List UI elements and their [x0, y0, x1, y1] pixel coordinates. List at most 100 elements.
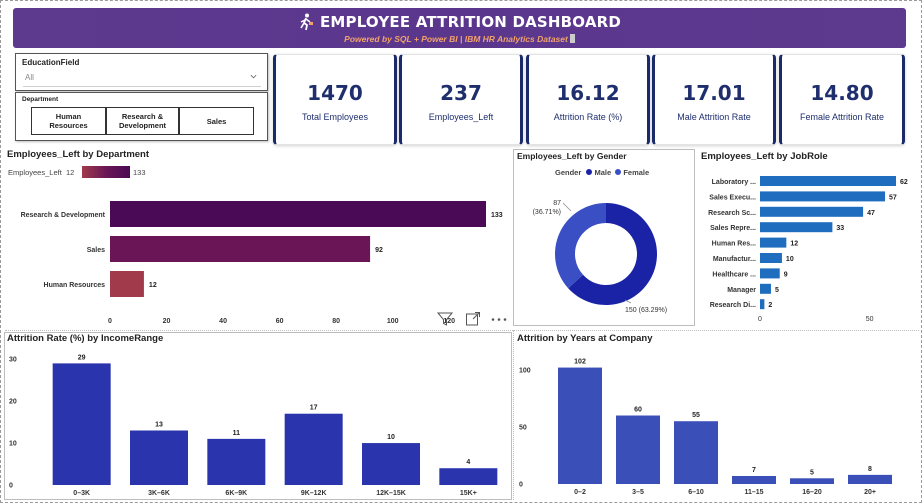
income-y-tick: 10: [9, 441, 17, 448]
dept-bar-value: 133: [491, 212, 503, 219]
education-field-dropdown-value: All: [25, 73, 34, 82]
income-bar: [207, 438, 266, 485]
jobrole-bar: [760, 206, 864, 217]
female-slice-label-pct: (36.71%): [533, 209, 561, 216]
years-category-label: 16–20: [802, 489, 822, 496]
years-bar: [790, 478, 834, 484]
jobrole-category-label: Research Sc...: [708, 210, 756, 217]
years-category-label: 3–5: [632, 489, 644, 496]
female-legend-label: Female: [623, 168, 650, 177]
kpi-value: 14.80: [810, 81, 874, 105]
gender-slice-female: [555, 203, 606, 289]
text-cursor: [569, 34, 575, 43]
jobrole-x-tick: 50: [866, 316, 874, 323]
department-button-human-resources[interactable]: Human Resources: [31, 107, 106, 135]
kpi-label: Male Attrition Rate: [677, 112, 751, 122]
income-bar-value: 11: [233, 430, 241, 437]
income-category-label: 0–3K: [73, 490, 90, 497]
jobrole-category-label: Sales Repre...: [710, 225, 756, 232]
dept-bar: [110, 201, 486, 227]
income-y-tick: 30: [9, 357, 17, 364]
male-label-leader: [624, 299, 632, 304]
kpi-card-attrition-rate: 16.12 Attrition Rate (%): [526, 54, 650, 145]
income-category-label: 12K–15K: [376, 490, 406, 497]
department-button-sales[interactable]: Sales: [179, 107, 254, 135]
department-slicer: Department Human Resources Research & De…: [15, 92, 268, 141]
education-field-slicer-title: EducationField: [22, 58, 80, 67]
male-slice-label: 150 (63.29%): [625, 307, 667, 314]
dept-legend-min: 12: [65, 168, 75, 177]
jobrole-bar-value: 2: [768, 302, 772, 309]
income-bar-value: 17: [310, 405, 318, 412]
jobrole-x-tick: 0: [758, 316, 762, 323]
jobrole-bar: [760, 176, 896, 186]
female-label-leader: [562, 202, 572, 212]
dept-x-tick: 0: [108, 318, 112, 325]
dept-chart: Research & Development 133 Sales 92 Human Re…: [21, 201, 503, 325]
years-bar: [674, 421, 718, 484]
dashboard-canvas: EMPLOYEE ATTRITION DASHBOARD Powered by …: [0, 0, 922, 503]
years-category-label: 20+: [864, 489, 876, 496]
dept-x-tick: 60: [276, 318, 284, 325]
years-chart-title: Attrition by Years at Company: [517, 333, 653, 344]
dashboard-title: EMPLOYEE ATTRITION DASHBOARD: [319, 13, 622, 31]
years-bar-value: 8: [868, 466, 872, 473]
chevron-down-icon: [250, 74, 257, 79]
kpi-value: 1470: [307, 81, 363, 105]
jobrole-bar: [760, 191, 886, 202]
dept-x-tick: 100: [387, 318, 399, 325]
gender-donut-chart: 150 (63.29%) 87 (36.71%): [533, 200, 667, 314]
jobrole-bar: [760, 222, 833, 233]
kpi-value: 237: [440, 81, 482, 105]
income-bar: [362, 443, 420, 485]
years-y-tick: 50: [519, 424, 527, 431]
jobrole-category-label: Manager: [727, 287, 756, 294]
jobrole-category-label: Manufactur...: [713, 256, 756, 263]
education-field-slicer: EducationField All: [15, 53, 268, 91]
row-divider: [5, 330, 919, 331]
dept-x-tick: 80: [332, 318, 340, 325]
kpi-label: Employees_Left: [428, 112, 494, 122]
dashboard-header: EMPLOYEE ATTRITION DASHBOARD Powered by …: [13, 8, 906, 48]
filter-icon[interactable]: [437, 311, 453, 327]
male-legend-label: Male: [594, 168, 612, 177]
gender-legend: Gender Male Female: [555, 168, 649, 177]
income-bar-value: 4: [466, 459, 470, 466]
dashboard-subtitle: Powered by SQL + Power BI | IBM HR Analy…: [13, 34, 906, 44]
gender-legend-title: Gender: [555, 168, 582, 177]
jobrole-category-label: Human Res...: [712, 241, 756, 248]
jobrole-category-label: Laboratory ...: [712, 179, 756, 186]
kpi-label: Female Attrition Rate: [799, 112, 885, 122]
years-bar-value: 5: [810, 469, 814, 476]
jobrole-bar-value: 57: [889, 194, 897, 201]
income-category-label: 3K–6K: [148, 490, 170, 497]
income-bar: [130, 430, 188, 485]
department-slicer-title: Department: [22, 96, 59, 103]
years-category-label: 11–15: [744, 489, 763, 496]
kpi-card-female-attrition-rate: 14.80 Female Attrition Rate: [779, 54, 905, 145]
income-category-label: 6K–9K: [225, 490, 247, 497]
jobrole-bar: [760, 299, 765, 310]
department-button-research-development[interactable]: Research & Development: [106, 107, 179, 135]
jobrole-chart-title: Employees_Left by JobRole: [701, 151, 828, 162]
years-bar-value: 60: [634, 407, 642, 414]
income-bar-value: 10: [387, 434, 395, 441]
jobrole-bar-value: 9: [784, 271, 788, 278]
jobrole-category-label: Research Di...: [710, 302, 756, 309]
dept-category-label: Human Resources: [44, 282, 106, 289]
male-legend-marker: [586, 169, 593, 175]
income-bar: [439, 468, 498, 485]
jobrole-bar-value: 5: [775, 287, 779, 294]
years-bar-value: 55: [692, 412, 700, 419]
dept-x-tick: 20: [163, 318, 171, 325]
kpi-card-male-attrition-rate: 17.01 Male Attrition Rate: [652, 54, 776, 145]
dept-category-label: Research & Development: [21, 212, 106, 219]
education-field-dropdown[interactable]: All: [23, 70, 261, 87]
more-options-icon[interactable]: [491, 317, 507, 322]
years-category-label: 6–10: [688, 489, 704, 496]
jobrole-chart: Laboratory ... 62 Sales Execu... 57 Research…: [708, 176, 908, 323]
focus-mode-icon[interactable]: [465, 311, 481, 327]
years-bar: [616, 415, 660, 484]
jobrole-bar: [760, 253, 782, 263]
years-bar-value: 7: [752, 467, 756, 474]
